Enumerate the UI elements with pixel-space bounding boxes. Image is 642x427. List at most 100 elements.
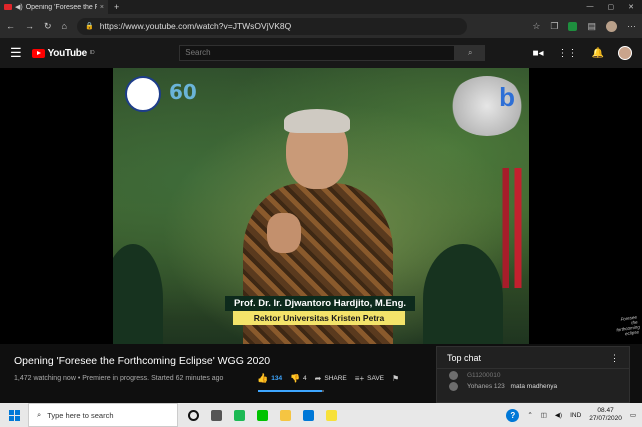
network-icon[interactable]: ◫ xyxy=(541,411,547,419)
profile-icon[interactable] xyxy=(606,20,617,32)
windows-taskbar: ⌕ Type here to search ? ⌃ ◫ ◀) IND 08.47… xyxy=(0,403,642,427)
audio-icon[interactable]: ◀) xyxy=(15,3,23,11)
window-controls: — ▢ ✕ xyxy=(587,3,642,11)
foreground-leaf-left xyxy=(113,244,163,344)
video-meta: 1,472 watching now • Premiere in progres… xyxy=(14,375,224,382)
lower-third-caption: Prof. Dr. Ir. Djwantoro Hardjito, M.Eng.… xyxy=(225,296,415,325)
chat-menu-icon[interactable]: ⋮ xyxy=(610,353,619,363)
start-button[interactable] xyxy=(0,403,28,427)
search-button[interactable]: ⌕ xyxy=(455,45,486,61)
forward-button[interactable]: → xyxy=(25,21,34,31)
search-input[interactable]: Search xyxy=(179,45,456,61)
line-icon[interactable] xyxy=(257,409,268,421)
sticky-notes-icon[interactable] xyxy=(326,409,337,421)
presenter-hand xyxy=(267,213,301,253)
like-ratio-fill xyxy=(258,390,323,392)
save-button[interactable]: ≡+ SAVE xyxy=(355,374,384,383)
tab-title: Opening 'Foresee the Fourth xyxy=(25,3,97,11)
video-player[interactable]: 60 b Prof. Dr. Ir. Djwantoro Hardjito, M… xyxy=(0,68,642,344)
header-actions: ■◂ ⋮⋮ 🔔 xyxy=(532,46,632,60)
chat-message: Yohanes 123 mata madhenya xyxy=(437,380,629,391)
thumbs-down-icon: 👎 xyxy=(290,374,301,383)
close-window-button[interactable]: ✕ xyxy=(628,3,634,11)
maximize-button[interactable]: ▢ xyxy=(608,3,615,11)
notification-center-icon[interactable]: ▭ xyxy=(630,411,636,419)
foreground-leaf-right xyxy=(423,244,503,344)
notifications-icon[interactable]: 🔔 xyxy=(592,48,604,59)
home-button[interactable]: ⌂ xyxy=(62,21,67,31)
share-label: SHARE xyxy=(324,375,347,382)
event-watermark: Foresee the forthcoming eclipse xyxy=(616,314,641,337)
playlist-add-icon: ≡+ xyxy=(354,374,365,383)
report-button[interactable]: ⚑ xyxy=(392,374,399,383)
system-tray: ? ⌃ ◫ ◀) IND 08.47 27/07/2020 ▭ xyxy=(506,407,642,423)
cortana-icon[interactable] xyxy=(188,409,199,421)
minimize-button[interactable]: — xyxy=(587,3,594,11)
university-seal-icon xyxy=(125,76,161,112)
flag-icon: ⚑ xyxy=(391,374,400,383)
language-indicator[interactable]: IND xyxy=(570,412,581,419)
browser-tab-bar: ◀) Opening 'Foresee the Fourth × + — ▢ ✕ xyxy=(0,0,642,14)
extension-icon[interactable] xyxy=(568,21,578,31)
collections-icon[interactable]: ❐ xyxy=(550,21,558,32)
lock-icon: 🔒 xyxy=(84,23,94,30)
live-chat-panel: Top chat ⋮ G11200010 Yohanes 123 mata ma… xyxy=(436,346,630,403)
favorite-star-icon[interactable]: ☆ xyxy=(532,21,540,32)
taskbar-apps xyxy=(188,409,337,421)
save-label: SAVE xyxy=(367,375,384,382)
url-bar[interactable]: 🔒 https://www.youtube.com/watch?v=JTWsOV… xyxy=(76,17,467,35)
chat-mode-dropdown[interactable]: Top chat xyxy=(447,353,481,363)
like-ratio-bar xyxy=(258,390,324,392)
video-frame[interactable]: 60 b Prof. Dr. Ir. Djwantoro Hardjito, M… xyxy=(113,68,529,344)
back-button[interactable]: ← xyxy=(6,21,15,31)
tray-chevron-icon[interactable]: ⌃ xyxy=(527,411,532,419)
windows-logo-icon xyxy=(8,409,20,421)
chat-avatar xyxy=(449,382,458,391)
chat-message: G11200010 xyxy=(437,369,629,380)
apps-icon[interactable]: ⋮⋮ xyxy=(558,48,578,59)
more-menu-icon[interactable]: ⋯ xyxy=(627,21,636,32)
clock-date: 27/07/2020 xyxy=(589,415,622,422)
dislike-count: 4 xyxy=(303,375,307,382)
volume-icon[interactable]: ◀) xyxy=(555,411,562,419)
tab-close-icon[interactable]: × xyxy=(100,4,104,11)
presenter-role: Rektor Universitas Kristen Petra xyxy=(233,311,405,325)
thumbs-up-icon: 👍 xyxy=(257,373,269,383)
youtube-logo[interactable]: YouTube ID xyxy=(31,47,95,59)
avatar[interactable] xyxy=(618,46,632,60)
task-view-icon[interactable] xyxy=(211,409,222,421)
dislike-button[interactable]: 👎 4 xyxy=(290,374,307,383)
browser-tab[interactable]: ◀) Opening 'Foresee the Fourth × xyxy=(0,0,108,14)
video-title: Opening 'Foresee the Forthcoming Eclipse… xyxy=(14,355,271,367)
hamburger-menu-icon[interactable]: ☰ xyxy=(10,45,22,61)
video-info-area: Opening 'Foresee the Forthcoming Eclipse… xyxy=(0,344,642,403)
share-icon: ➦ xyxy=(314,374,322,383)
taskbar-search[interactable]: ⌕ Type here to search xyxy=(28,403,178,427)
youtube-favicon-icon xyxy=(4,4,12,10)
help-icon[interactable]: ? xyxy=(506,408,520,422)
clock[interactable]: 08.47 27/07/2020 xyxy=(589,407,622,423)
spotify-icon[interactable] xyxy=(234,409,245,421)
video-actions: 👍 134 👎 4 ➦ SHARE ≡+ SAVE ⚑ xyxy=(257,373,399,384)
like-button[interactable]: 👍 134 xyxy=(257,373,282,384)
chat-message-text: G11200010 xyxy=(467,372,501,379)
youtube-play-icon xyxy=(31,48,45,58)
share-button[interactable]: ➦ SHARE xyxy=(315,374,347,383)
reading-icon[interactable]: ▤ xyxy=(587,21,596,32)
chat-message-text: mata madhenya xyxy=(510,383,558,390)
country-code: ID xyxy=(89,50,95,56)
edge-icon[interactable] xyxy=(303,409,314,421)
anniversary-badge: 60 xyxy=(169,80,197,104)
new-tab-button[interactable]: + xyxy=(114,2,119,12)
file-explorer-icon[interactable] xyxy=(280,409,291,421)
event-logo-icon: b xyxy=(499,82,515,112)
clock-time: 08.47 xyxy=(597,407,614,414)
create-video-icon[interactable]: ■◂ xyxy=(532,48,543,59)
like-count: 134 xyxy=(271,375,283,382)
chat-header: Top chat ⋮ xyxy=(437,347,629,369)
youtube-logo-text: YouTube xyxy=(47,47,88,59)
youtube-header: ☰ YouTube ID Search ⌕ ■◂ ⋮⋮ 🔔 xyxy=(0,38,642,68)
refresh-button[interactable]: ↻ xyxy=(44,21,52,32)
chat-avatar xyxy=(449,371,458,380)
extensions-area: ☆ ❐ ▤ ⋯ xyxy=(532,20,636,32)
